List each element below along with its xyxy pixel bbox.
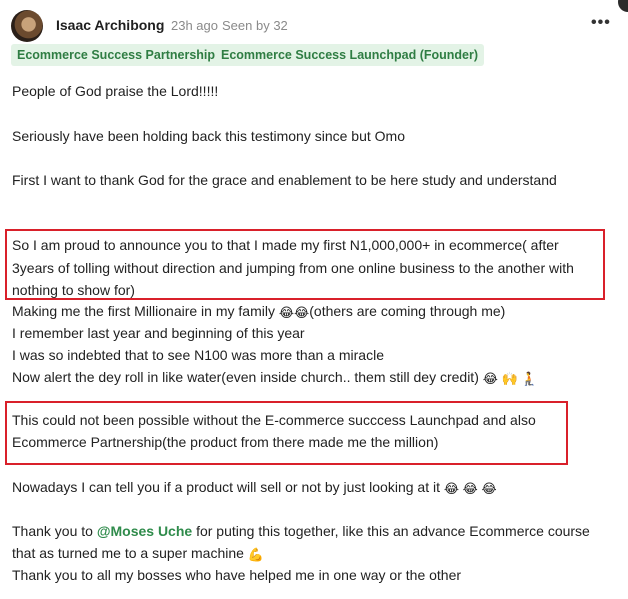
post-text-line: I was so indebted that to see N100 was m… xyxy=(12,347,384,363)
laughing-emoji-icon: 😂 😂 😂 xyxy=(443,481,497,496)
post-text-line: Ecommerce Partnership(the product from t… xyxy=(12,434,439,450)
tag-ecommerce-success-partnership[interactable]: Ecommerce Success Partnership xyxy=(11,44,222,66)
avatar[interactable] xyxy=(11,10,43,42)
post-text: (others are coming through me) xyxy=(309,303,506,319)
post-text-line: Thank you to all my bosses who have help… xyxy=(12,567,462,583)
flexed-biceps-emoji-icon: 💪 xyxy=(247,547,264,562)
post-text-line: Nowadays I can tell you if a product wil… xyxy=(12,479,497,497)
post-text-line: Seriously have been holding back this te… xyxy=(12,128,405,144)
post-text-line: nothing to show for) xyxy=(12,282,135,298)
laughing-emoji-icon: 😂😂 xyxy=(278,305,310,320)
post-timestamp: 23h ago xyxy=(171,18,218,33)
highlight-box xyxy=(5,401,568,465)
post-text: Nowadays I can tell you if a product wil… xyxy=(12,479,444,495)
post-text: Making me the first Millionaire in my fa… xyxy=(12,303,279,319)
more-options-icon[interactable]: ••• xyxy=(591,14,611,32)
post-text: for puting this together, like this an a… xyxy=(192,523,590,539)
post-text-line: I remember last year and beginning of th… xyxy=(12,325,305,341)
post-text-line: Now alert the dey roll in like water(eve… xyxy=(12,369,538,387)
post-text-line: that as turned me to a super machine 💪 xyxy=(12,545,264,563)
post-text-line: This could not been possible without the… xyxy=(12,412,536,428)
post-text: Now alert the dey roll in like water(eve… xyxy=(12,369,479,385)
post-text: that as turned me to a super machine xyxy=(12,545,248,561)
mention-link[interactable]: @Moses Uche xyxy=(97,523,192,539)
close-icon[interactable] xyxy=(618,0,628,12)
post-text-line: 3years of tolling without direction and … xyxy=(12,260,574,276)
tag-ecommerce-success-launchpad[interactable]: Ecommerce Success Launchpad (Founder) xyxy=(215,44,485,66)
author-name[interactable]: Isaac Archibong xyxy=(56,17,164,33)
post-text-line: Making me the first Millionaire in my fa… xyxy=(12,303,505,321)
post-text-line: People of God praise the Lord!!!!! xyxy=(12,83,219,99)
seen-count[interactable]: Seen by 32 xyxy=(222,18,288,33)
post-card: Isaac Archibong 23h ago Seen by 32 ••• E… xyxy=(0,0,628,599)
emoji-icons: 😂 🙌 🧎 xyxy=(482,371,538,386)
post-text-line: So I am proud to announce you to that I … xyxy=(12,237,559,253)
post-text-line: First I want to thank God for the grace … xyxy=(12,172,557,188)
post-text-line: Thank you to @Moses Uche for puting this… xyxy=(12,523,590,539)
post-text: Thank you to xyxy=(12,523,97,539)
